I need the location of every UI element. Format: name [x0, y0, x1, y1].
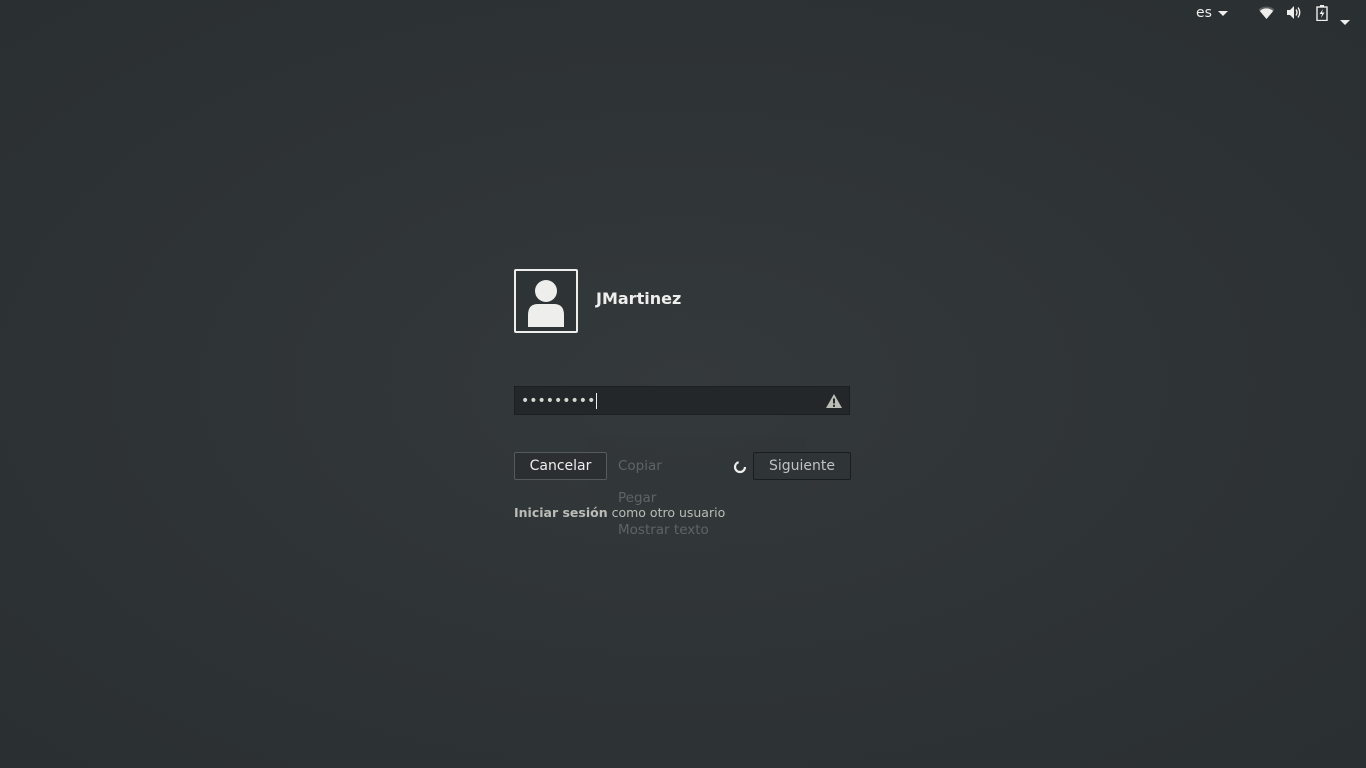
wifi-icon[interactable]	[1258, 5, 1275, 20]
login-screen: es JMartinez ••••••••• Copiar Pegar Most…	[0, 0, 1366, 768]
system-menu-caret-icon[interactable]	[1340, 10, 1350, 29]
other-user-label-rest: como otro usuario	[607, 505, 726, 520]
caps-lock-warning-icon	[825, 393, 843, 413]
context-menu-item-show-text[interactable]: Mostrar texto	[618, 522, 709, 538]
volume-icon[interactable]	[1286, 5, 1303, 20]
other-user-label-bold: Iniciar sesión	[514, 505, 608, 520]
chevron-down-icon	[1217, 10, 1228, 16]
language-label: es	[1196, 5, 1212, 21]
username-label: JMartinez	[596, 289, 682, 308]
keyboard-layout-indicator[interactable]: es	[1196, 5, 1228, 21]
password-field[interactable]: •••••••••	[514, 386, 850, 415]
battery-icon[interactable]	[1316, 5, 1328, 21]
user-avatar-icon	[514, 269, 578, 333]
cancel-button[interactable]: Cancelar	[514, 452, 607, 480]
context-menu-item-copy[interactable]: Copiar	[618, 458, 662, 474]
next-button[interactable]: Siguiente	[753, 452, 851, 480]
spinner-icon	[733, 459, 747, 478]
sign-in-other-user-link[interactable]: Iniciar sesión como otro usuario	[514, 505, 725, 520]
text-cursor	[596, 392, 598, 409]
context-menu-item-paste[interactable]: Pegar	[618, 490, 656, 506]
password-masked-text: •••••••••	[521, 392, 596, 409]
